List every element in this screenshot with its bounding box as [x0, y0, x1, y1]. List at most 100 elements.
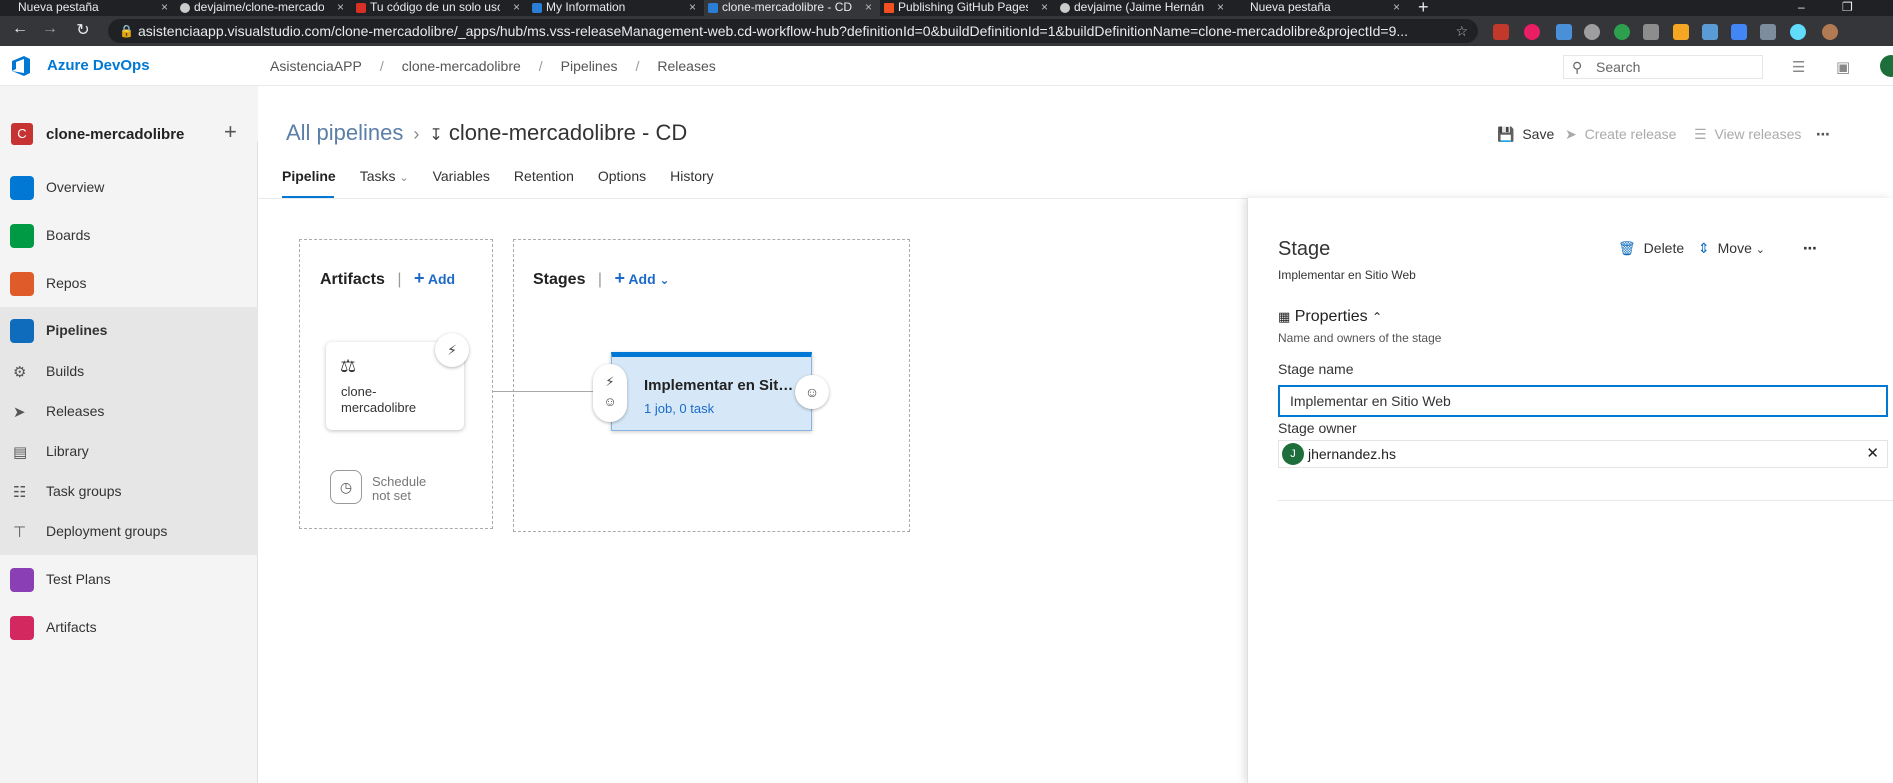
- close-icon[interactable]: ×: [689, 0, 696, 15]
- browser-tab[interactable]: Nueva pestaña ×: [0, 0, 176, 16]
- breadcrumb-item[interactable]: AsistenciaAPP: [270, 58, 362, 74]
- save-button[interactable]: 💾 Save: [1497, 126, 1554, 143]
- sidebar-subitem-builds[interactable]: ⚙ Builds: [0, 351, 258, 391]
- breadcrumb-item[interactable]: Pipelines: [561, 58, 618, 74]
- pipeline-tabs: Pipeline Tasks ⌄ Variables Retention Opt…: [282, 168, 738, 198]
- sidebar-item-artifacts[interactable]: Artifacts: [0, 604, 258, 652]
- post-deployment-approvals-icon[interactable]: ☺: [795, 375, 829, 409]
- sidebar-item-boards[interactable]: Boards: [0, 212, 258, 260]
- new-tab-button[interactable]: +: [1408, 0, 1439, 16]
- repos-icon: [10, 272, 34, 296]
- extension-icon[interactable]: [1643, 24, 1659, 40]
- project-name[interactable]: clone-mercadolibre: [46, 126, 184, 143]
- sidebar-item-overview[interactable]: Overview: [0, 164, 258, 212]
- azure-devops-logo-icon[interactable]: [10, 55, 32, 77]
- view-releases-button[interactable]: ☰ View releases: [1694, 126, 1801, 143]
- breadcrumb-item[interactable]: Releases: [657, 58, 715, 74]
- pipeline-title: clone-mercadolibre - CD: [448, 120, 688, 145]
- sidebar-item-repos[interactable]: Repos: [0, 260, 258, 308]
- close-icon[interactable]: ×: [1217, 0, 1224, 15]
- list-icon[interactable]: ☰: [1792, 58, 1805, 76]
- more-actions-icon[interactable]: ⋯: [1816, 126, 1830, 143]
- add-icon[interactable]: +: [224, 119, 237, 145]
- breadcrumb-item[interactable]: clone-mercadolibre: [402, 58, 521, 74]
- clear-icon[interactable]: ✕: [1866, 444, 1879, 462]
- tab-pipeline[interactable]: Pipeline: [282, 168, 348, 198]
- extension-icon[interactable]: [1702, 24, 1718, 40]
- add-stage-button[interactable]: + Add ⌄: [614, 268, 670, 288]
- browser-tab[interactable]: Publishing GitHub Pages fr ×: [880, 0, 1056, 16]
- sidebar-item-pipelines[interactable]: Pipelines: [0, 307, 258, 355]
- tab-variables[interactable]: Variables: [433, 168, 502, 198]
- minimize-icon[interactable]: –: [1798, 0, 1805, 14]
- pre-deployment-conditions[interactable]: ⚡ ☺: [593, 364, 627, 422]
- person-icon: ☺: [603, 394, 617, 409]
- extension-icon[interactable]: [1524, 24, 1540, 40]
- browser-tab[interactable]: devjaime (Jaime Hernández ×: [1056, 0, 1232, 16]
- sidebar-subitem-deployment-groups[interactable]: ⊤ Deployment groups: [0, 511, 258, 551]
- close-icon[interactable]: ×: [337, 0, 344, 15]
- avatar[interactable]: [1880, 55, 1893, 77]
- move-button[interactable]: ⇕ Move ⌄: [1698, 240, 1765, 257]
- extension-icon[interactable]: [1556, 24, 1572, 40]
- delete-button[interactable]: 🗑 Delete: [1618, 240, 1684, 257]
- create-release-label: Create release: [1584, 126, 1677, 142]
- more-options-icon[interactable]: ⋯: [1803, 240, 1817, 257]
- tab-retention[interactable]: Retention: [514, 168, 586, 198]
- continuous-deployment-trigger-icon[interactable]: ⚡: [435, 333, 469, 367]
- bookmark-star-icon[interactable]: ☆: [1455, 19, 1468, 43]
- close-icon[interactable]: ×: [1041, 0, 1048, 15]
- profile-icon[interactable]: [1822, 24, 1838, 40]
- create-release-button[interactable]: ➤ Create release: [1565, 126, 1676, 143]
- rss-icon[interactable]: [1673, 24, 1689, 40]
- sidebar-item-label: Test Plans: [46, 571, 111, 587]
- translate-icon[interactable]: [1731, 24, 1747, 40]
- gmail-icon: [356, 3, 366, 13]
- sidebar-item-label: Overview: [46, 179, 105, 195]
- properties-section-toggle[interactable]: ▦ Properties ⌃: [1278, 308, 1382, 326]
- forward-icon[interactable]: →: [40, 20, 60, 38]
- browser-tab[interactable]: My Information ×: [528, 0, 704, 16]
- close-icon[interactable]: ×: [513, 0, 520, 15]
- plus-icon: +: [614, 268, 626, 288]
- close-icon[interactable]: ×: [1393, 0, 1400, 15]
- all-pipelines-link[interactable]: All pipelines: [286, 120, 403, 145]
- extension-icon[interactable]: [1614, 24, 1630, 40]
- browser-tab[interactable]: devjaime/clone-mercadolib ×: [176, 0, 352, 16]
- project-spacer: [0, 116, 258, 117]
- save-label: Save: [1522, 126, 1555, 142]
- browser-tab[interactable]: Tu código de un solo uso - ×: [352, 0, 528, 16]
- restore-icon[interactable]: ❐: [1842, 0, 1853, 14]
- search-input[interactable]: ⚲ Search: [1563, 55, 1763, 79]
- stage-name-input[interactable]: Implementar en Sitio Web: [1278, 385, 1888, 417]
- sidebar-subitem-task-groups[interactable]: ☷ Task groups: [0, 471, 258, 511]
- stage-jobs-link[interactable]: 1 job, 0 task: [644, 401, 714, 416]
- react-devtools-icon[interactable]: [1790, 24, 1806, 40]
- tab-history[interactable]: History: [670, 168, 726, 198]
- tab-options[interactable]: Options: [598, 168, 658, 198]
- sidebar-subitem-library[interactable]: ▤ Library: [0, 431, 258, 471]
- browser-tab[interactable]: Nueva pestaña ×: [1232, 0, 1408, 16]
- tab-label: Pipeline: [282, 168, 336, 184]
- sidebar-item-label: Artifacts: [46, 619, 97, 635]
- close-icon[interactable]: ×: [865, 0, 872, 15]
- tab-title: Publishing GitHub Pages fr: [898, 0, 1028, 14]
- shopping-bag-icon[interactable]: ▣: [1836, 58, 1850, 76]
- project-badge[interactable]: C: [11, 123, 33, 145]
- back-icon[interactable]: ←: [10, 20, 30, 38]
- browser-tab-active[interactable]: clone-mercadolibre - CD - ×: [704, 0, 880, 16]
- product-name[interactable]: Azure DevOps: [47, 57, 150, 74]
- extension-icon[interactable]: [1584, 24, 1600, 40]
- reload-icon[interactable]: ↻: [73, 20, 93, 40]
- close-icon[interactable]: ×: [161, 0, 168, 15]
- shield-icon[interactable]: [1760, 24, 1776, 40]
- stage-card[interactable]: Implementar en Sitio Web 1 job, 0 task: [611, 352, 812, 431]
- add-artifact-button[interactable]: + Add: [414, 268, 455, 288]
- sidebar-subitem-releases[interactable]: ➤ Releases: [0, 391, 258, 431]
- address-bar[interactable]: 🔒 asistenciaapp.visualstudio.com/clone-m…: [108, 19, 1478, 43]
- tab-tasks[interactable]: Tasks ⌄: [360, 168, 421, 198]
- extension-icon[interactable]: [1493, 24, 1509, 40]
- sidebar-item-test-plans[interactable]: Test Plans: [0, 556, 258, 604]
- stage-owner-field[interactable]: J jhernandez.hs ✕: [1278, 440, 1888, 468]
- rocket-icon: ➤: [1565, 126, 1577, 142]
